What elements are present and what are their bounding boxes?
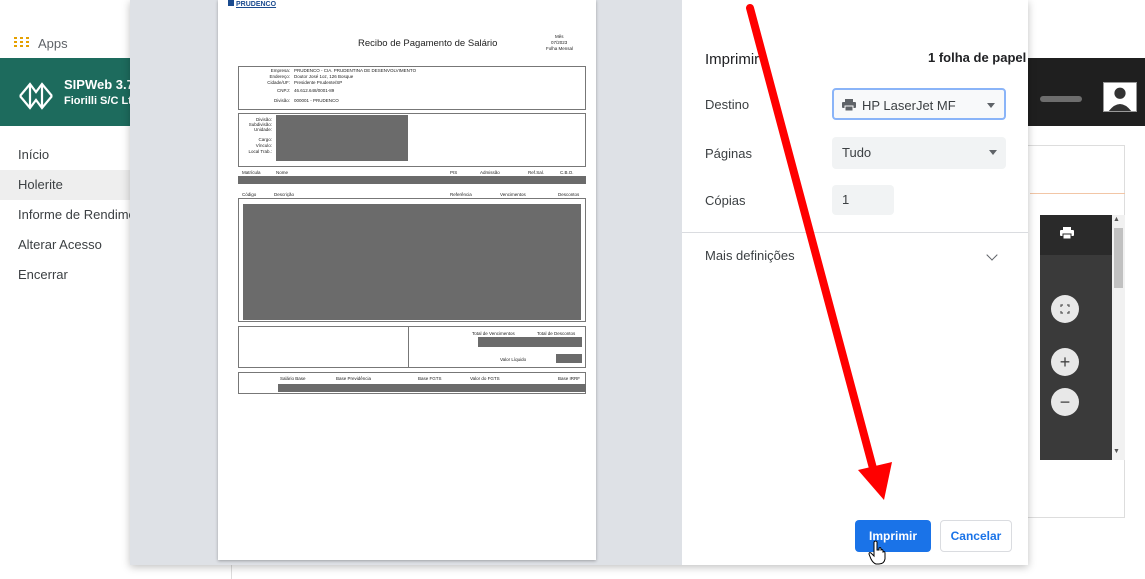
redacted-net-value	[556, 354, 582, 363]
field-value: PRUDENCO - CIA. PRUDENTINA DE DESENVOLVI…	[294, 68, 417, 73]
field-value: Presidente Prudente/SP	[294, 80, 343, 85]
user-name-blurred	[1040, 96, 1082, 102]
column-header: Nome	[276, 170, 289, 175]
destination-select[interactable]: HP LaserJet MF	[832, 88, 1006, 120]
document-title: Recibo de Pagamento de Salário	[358, 38, 498, 49]
pages-select[interactable]: Tudo	[832, 137, 1006, 169]
base-header: Base FGTS	[418, 376, 442, 381]
column-header: Matrícula	[242, 170, 261, 175]
document-period: 07/2023	[551, 40, 568, 45]
content-divider	[1030, 193, 1125, 194]
field-label: Cidade/UF:	[267, 80, 290, 85]
zoom-out-icon[interactable]: −	[1051, 388, 1079, 416]
print-preview-page: PRUDENCO Recibo de Pagamento de Salário …	[218, 0, 596, 560]
fit-page-icon[interactable]	[1051, 295, 1079, 323]
cancel-button[interactable]: Cancelar	[940, 520, 1012, 552]
table-header: Código	[242, 192, 257, 197]
print-title: Imprimir	[705, 51, 760, 68]
table-header: Vencimentos	[500, 192, 526, 197]
user-icon	[1108, 87, 1132, 111]
table-header: Descontos	[558, 192, 580, 197]
copies-label: Cópias	[705, 193, 746, 208]
employee-label: Unidade:	[253, 127, 272, 132]
totals-box	[238, 326, 586, 368]
print-settings-panel	[682, 0, 1028, 565]
base-header: Base Previdência	[336, 376, 372, 381]
base-header: Valor do FGTS	[470, 376, 500, 381]
scroll-down-icon[interactable]: ▼	[1113, 448, 1120, 455]
employee-label: Local Trab.:	[248, 149, 272, 154]
valor-liquido-label: Valor Líquido	[500, 357, 527, 362]
field-label: Endereço:	[269, 74, 290, 79]
document-logo: PRUDENCO	[228, 0, 276, 9]
redacted-employee-info	[276, 115, 408, 161]
base-header: Salário Base	[280, 376, 306, 381]
totals-divider	[408, 326, 409, 368]
employee-label: Cargo:	[258, 137, 272, 142]
scrollbar-thumb[interactable]	[1114, 228, 1123, 288]
column-header: PIS	[450, 170, 458, 175]
viewer-print-icon[interactable]	[1056, 226, 1078, 244]
chevron-down-icon	[987, 103, 995, 108]
redacted-employee-row	[238, 176, 586, 184]
avatar[interactable]	[1103, 82, 1137, 112]
sipweb-logo-icon	[19, 82, 53, 110]
field-value: 46.612.648/0001-89	[294, 88, 335, 93]
total-descontos-label: Total de Descontos	[537, 331, 576, 336]
sheet-count: 1 folha de papel	[928, 50, 1027, 65]
destination-value: HP LaserJet MF	[862, 98, 956, 113]
app-name: SIPWeb 3.7.	[64, 77, 138, 92]
document-period-label: Mês	[555, 34, 564, 39]
more-settings-label[interactable]: Mais definições	[705, 248, 795, 263]
print-button[interactable]: Imprimir	[855, 520, 931, 552]
column-header: C.B.O.	[560, 170, 574, 175]
redacted-totals	[478, 337, 582, 347]
scroll-up-icon[interactable]: ▲	[1113, 216, 1120, 223]
chevron-down-icon	[989, 150, 997, 155]
destination-label: Destino	[705, 97, 750, 112]
printer-icon	[842, 99, 856, 111]
apps-grid-icon[interactable]	[14, 37, 29, 49]
field-value: Doutor José 1oz, 126 Bosque	[294, 74, 354, 79]
employee-label: Vínculo:	[255, 143, 272, 148]
total-vencimentos-label: Total de Vencimentos	[472, 331, 515, 336]
table-header: Referência	[450, 192, 472, 197]
base-header: Base IRRF	[558, 376, 581, 381]
copies-input[interactable]: 1	[832, 185, 894, 215]
field-label: Divisão:	[273, 98, 290, 103]
apps-link[interactable]: Apps	[38, 36, 68, 51]
zoom-in-icon[interactable]: +	[1051, 348, 1079, 376]
hand-cursor-icon	[868, 540, 886, 565]
field-value: 000001 - PRUDENCO	[294, 98, 339, 103]
field-label: CNPJ:	[276, 88, 290, 93]
document-sheet-type: Folha Mensal	[546, 46, 574, 51]
table-header: Descrição	[274, 192, 295, 197]
settings-divider	[682, 232, 1028, 233]
pages-label: Páginas	[705, 146, 752, 161]
field-label: Empresa:	[270, 68, 290, 73]
redacted-bases	[278, 384, 586, 392]
redacted-earnings-table	[243, 204, 581, 320]
column-header: Ref.Sal.	[528, 170, 545, 175]
column-header: Admissão	[480, 170, 500, 175]
pages-value: Tudo	[842, 145, 872, 160]
